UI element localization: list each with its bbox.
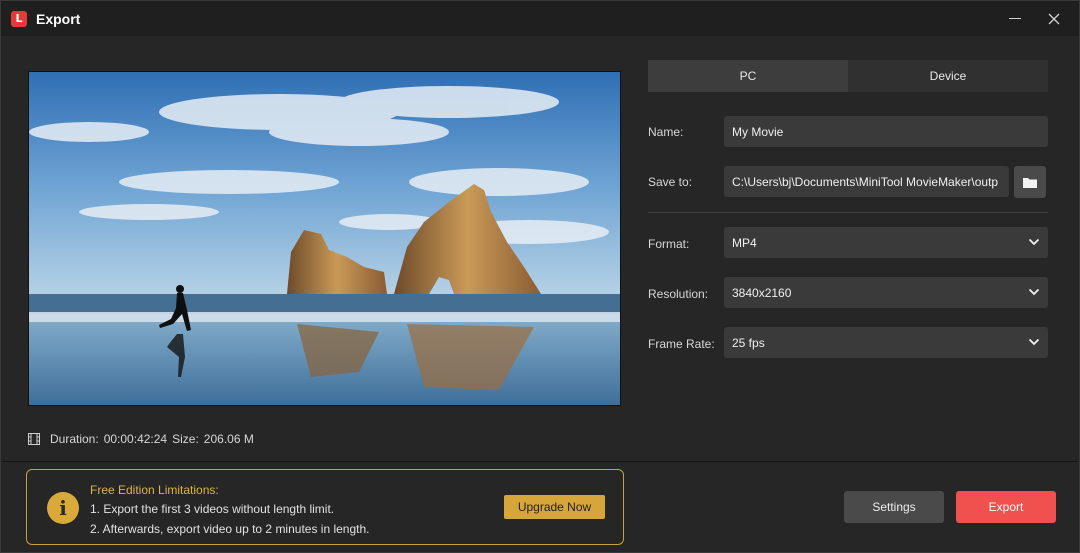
frame-rate-label: Frame Rate: xyxy=(648,337,715,351)
duration-value: 00:00:42:24 xyxy=(103,432,168,446)
tab-device[interactable]: Device xyxy=(848,60,1048,92)
resolution-value: 3840x2160 xyxy=(732,285,792,300)
resolution-label: Resolution: xyxy=(648,287,709,301)
tab-pc[interactable]: PC xyxy=(648,60,848,92)
export-target-tabs: PC Device xyxy=(648,60,1048,92)
size-label: Size: xyxy=(172,432,199,446)
info-icon: i xyxy=(47,492,79,524)
bottom-separator xyxy=(1,461,1079,462)
format-value: MP4 xyxy=(732,235,757,250)
free-edition-notice: i Free Edition Limitations: 1. Export th… xyxy=(26,469,624,545)
film-icon xyxy=(28,433,40,445)
save-path-input[interactable]: C:\Users\bj\Documents\MiniTool MovieMake… xyxy=(724,166,1009,197)
frame-rate-select[interactable]: 25 fps xyxy=(724,327,1048,358)
upgrade-now-button[interactable]: Upgrade Now xyxy=(504,495,605,519)
frame-rate-value: 25 fps xyxy=(732,335,765,350)
minimize-button[interactable] xyxy=(996,1,1034,36)
limitations-title: Free Edition Limitations: xyxy=(90,483,219,497)
size-value: 206.06 M xyxy=(203,432,254,446)
chevron-down-icon xyxy=(1028,236,1040,248)
save-to-label: Save to: xyxy=(648,175,693,189)
title-bar: L Export xyxy=(1,1,1079,36)
folder-icon xyxy=(1023,177,1037,188)
name-label: Name: xyxy=(648,125,684,139)
duration-label: Duration: xyxy=(50,432,99,446)
limitation-line-2: 2. Afterwards, export video up to 2 minu… xyxy=(90,522,370,536)
export-button[interactable]: Export xyxy=(956,491,1056,523)
minimize-icon xyxy=(1009,18,1021,19)
settings-button[interactable]: Settings xyxy=(844,491,944,523)
video-info: Duration: 00:00:42:24 Size: 206.06 M xyxy=(28,431,259,447)
preview-landscape-image xyxy=(29,72,620,405)
close-button[interactable] xyxy=(1035,1,1073,36)
chevron-down-icon xyxy=(1028,336,1040,348)
format-select[interactable]: MP4 xyxy=(724,227,1048,258)
name-input[interactable]: My Movie xyxy=(724,116,1048,147)
format-label: Format: xyxy=(648,237,690,251)
resolution-select[interactable]: 3840x2160 xyxy=(724,277,1048,308)
divider xyxy=(648,212,1048,213)
chevron-down-icon xyxy=(1028,286,1040,298)
close-icon xyxy=(1048,13,1060,24)
app-logo-icon: L xyxy=(11,10,27,27)
window-title: Export xyxy=(36,10,81,27)
browse-folder-button[interactable] xyxy=(1014,166,1046,198)
limitation-line-1: 1. Export the first 3 videos without len… xyxy=(90,502,335,516)
export-window: L Export Duration: 00:00:42:24 Size: 206… xyxy=(0,0,1080,553)
video-preview xyxy=(28,71,621,406)
